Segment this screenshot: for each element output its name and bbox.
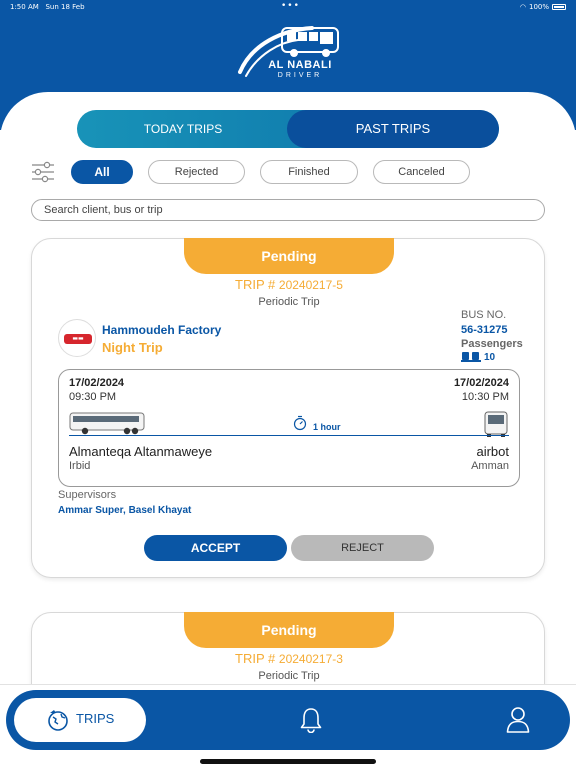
arrival-place: airbot: [476, 444, 509, 459]
status-bar: 1:50 AM Sun 18 Feb ••• ◠ 100%: [0, 0, 576, 14]
bottom-nav: TRIPS: [6, 690, 570, 750]
trips-globe-icon: [48, 710, 68, 731]
timer-icon: [293, 415, 307, 431]
arrival-date: 17/02/2024: [453, 377, 509, 389]
trip-shift: Night Trip: [102, 340, 163, 355]
trips-toggle: TODAY TRIPS PAST TRIPS: [77, 110, 499, 148]
status-time-date: 1:50 AM Sun 18 Feb: [10, 3, 85, 11]
route-line: [69, 435, 509, 436]
home-indicator[interactable]: [200, 759, 376, 764]
multitasking-dots-icon[interactable]: •••: [281, 1, 300, 11]
supervisors-list: Ammar Super, Basel Khayat: [58, 505, 192, 516]
departure-date: 17/02/2024: [69, 377, 125, 389]
search-input[interactable]: Search client, bus or trip: [31, 199, 545, 221]
client-logo-mark-icon: ▬▬: [64, 334, 92, 344]
departure-city: Irbid: [69, 460, 91, 472]
bell-icon[interactable]: [300, 707, 322, 733]
supervisors-label: Supervisors: [58, 489, 117, 501]
tab-past-trips[interactable]: PAST TRIPS: [287, 110, 499, 148]
filter-sliders-icon[interactable]: [31, 161, 55, 183]
trip-number-prefix: TRIP #: [235, 277, 276, 292]
trip-duration: 1 hour: [313, 422, 341, 432]
brand-name: AL NABALI: [268, 59, 332, 71]
trip-number-prefix: TRIP #: [235, 651, 276, 666]
passengers-label: Passengers: [461, 338, 523, 350]
brand-subtitle: DRIVER: [277, 72, 323, 79]
filter-chip-canceled[interactable]: Canceled: [373, 160, 470, 184]
seat-icon: [461, 352, 481, 362]
trip-type: Periodic Trip: [258, 670, 320, 682]
filter-chip-all[interactable]: All: [71, 160, 133, 184]
reject-button[interactable]: REJECT: [291, 535, 434, 561]
accept-button[interactable]: ACCEPT: [144, 535, 287, 561]
route-box: 17/02/2024 09:30 PM 17/02/2024 10:30 PM …: [58, 369, 520, 487]
trip-number: TRIP # 20240217-5: [32, 277, 546, 292]
filter-chip-finished[interactable]: Finished: [260, 160, 358, 184]
battery-percent: 100%: [528, 3, 549, 11]
bus-front-icon: [484, 411, 508, 437]
trip-type: Periodic Trip: [258, 296, 320, 308]
status-time: 1:50 AM: [10, 3, 39, 11]
wifi-icon: ◠: [519, 3, 526, 11]
trip-number: TRIP # 20240217-3: [32, 651, 546, 666]
status-right: ◠ 100%: [520, 3, 566, 11]
bus-side-icon: [69, 412, 145, 435]
bus-number-label: BUS NO.: [461, 309, 507, 321]
status-badge: Pending: [184, 238, 394, 274]
trip-card[interactable]: Pending TRIP # 20240217-5 Periodic Trip …: [31, 238, 545, 578]
trip-number-value: 20240217-3: [278, 652, 343, 666]
departure-place: Almanteqa Altanmaweye: [69, 444, 213, 459]
client-logo: ▬▬: [58, 319, 96, 357]
bus-number: 56-31275: [461, 324, 508, 336]
passenger-count: 10: [484, 352, 496, 363]
client-name: Hammoudeh Factory: [102, 323, 222, 337]
nav-trips-label: TRIPS: [76, 711, 115, 726]
nav-trips-button[interactable]: TRIPS: [14, 698, 146, 742]
departure-time: 09:30 PM: [69, 391, 117, 403]
user-profile-icon[interactable]: [506, 706, 530, 733]
filter-chip-rejected[interactable]: Rejected: [148, 160, 245, 184]
tab-today-trips[interactable]: TODAY TRIPS: [77, 110, 289, 148]
battery-icon: [552, 4, 566, 10]
arrival-time: 10:30 PM: [461, 391, 509, 403]
status-badge: Pending: [184, 612, 394, 648]
arrival-city: Amman: [471, 460, 509, 472]
status-date: Sun 18 Feb: [45, 3, 85, 11]
trip-number-value: 20240217-5: [278, 278, 343, 292]
